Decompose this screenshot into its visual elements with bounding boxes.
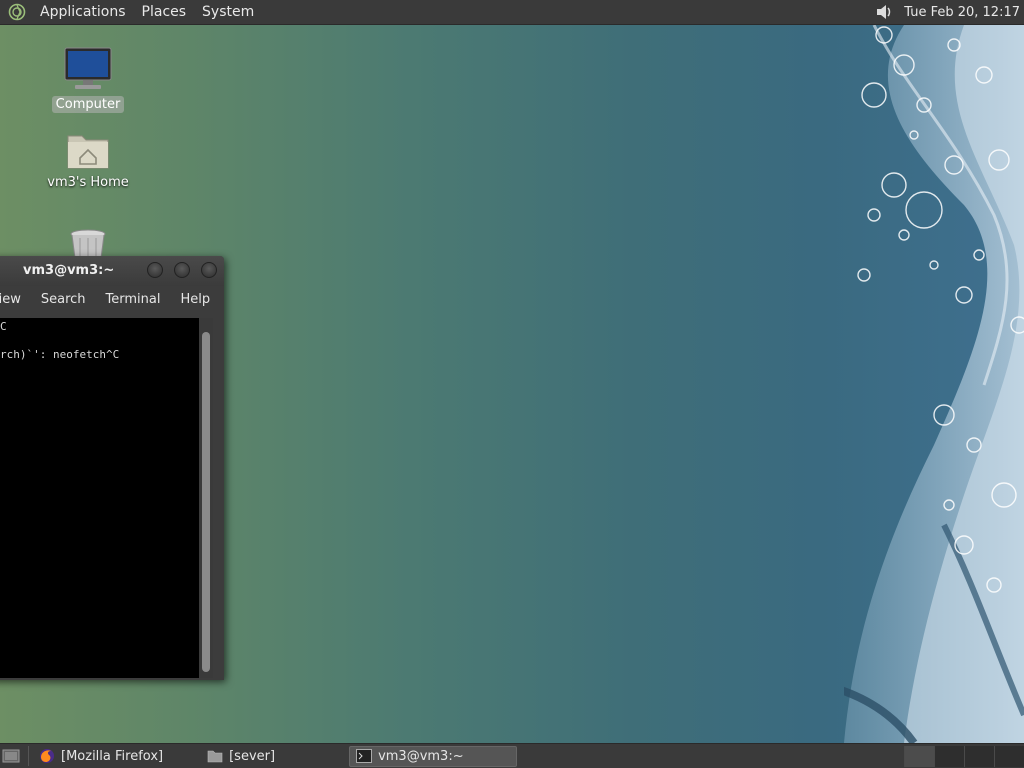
wallpaper-swirl-graphic [844,25,1024,743]
computer-icon [64,47,112,89]
top-panel-tray: Tue Feb 20, 12:17 [874,0,1024,25]
help-menu[interactable]: Help [170,286,220,314]
terminal-output[interactable]: C rch)`': neofetch^C [0,318,199,678]
taskbar-item-label: [sever] [229,748,276,764]
workspace-4[interactable] [994,745,1024,767]
top-panel-menus: Applications Places System [0,0,262,25]
terminal-titlebar[interactable]: vm3@vm3:~ [0,256,224,286]
folder-icon [207,748,223,764]
top-panel: Applications Places System Tue Feb 20, 1… [0,0,1024,25]
home-folder-icon [67,135,109,169]
bottom-panel: [Mozilla Firefox] [sever] vm3@vm3:~ [0,743,1024,768]
volume-icon[interactable] [874,2,894,22]
scrollbar-thumb[interactable] [202,332,210,672]
terminal-line: rch)`': neofetch^C [0,348,120,361]
workspace-3[interactable] [964,745,994,767]
taskbar-item-sever[interactable]: [sever] [201,746,281,767]
workspace-switcher [904,745,1024,767]
taskbar-item-label: [Mozilla Firefox] [61,748,164,764]
terminal-menu[interactable]: Terminal [96,286,171,314]
window-title: vm3@vm3:~ [23,263,115,278]
taskbar-item-label: vm3@vm3:~ [378,748,464,764]
distro-logo-icon[interactable] [8,3,26,21]
terminal-window[interactable]: vm3@vm3:~ View Search Terminal Help C rc… [0,256,224,680]
minimize-button[interactable] [147,262,163,278]
terminal-scrollbar[interactable] [199,318,213,678]
desktop-icon-label: vm3's Home [47,175,129,190]
workspace-1[interactable] [904,745,934,767]
system-menu[interactable]: System [194,0,262,25]
trash-icon [70,229,106,258]
places-menu[interactable]: Places [134,0,195,25]
applications-menu[interactable]: Applications [32,0,134,25]
close-button[interactable] [201,262,217,278]
workspace-2[interactable] [934,745,964,767]
firefox-icon [39,748,55,764]
terminal-menubar: View Search Terminal Help [0,286,224,314]
desktop-icon-home[interactable]: vm3's Home [38,128,138,191]
taskbar-item-terminal[interactable]: vm3@vm3:~ [349,745,518,767]
search-menu[interactable]: Search [31,286,96,314]
panel-separator [28,746,29,766]
clock[interactable]: Tue Feb 20, 12:17 [904,5,1024,20]
desktop-icon-label: Computer [51,96,125,113]
show-desktop-icon[interactable] [2,747,22,765]
taskbar-item-firefox[interactable]: [Mozilla Firefox] [33,746,169,767]
desktop-icon-computer[interactable]: Computer [38,46,138,113]
view-menu[interactable]: View [0,286,31,314]
maximize-button[interactable] [174,262,190,278]
terminal-icon [356,748,373,764]
terminal-line: C [0,320,7,333]
